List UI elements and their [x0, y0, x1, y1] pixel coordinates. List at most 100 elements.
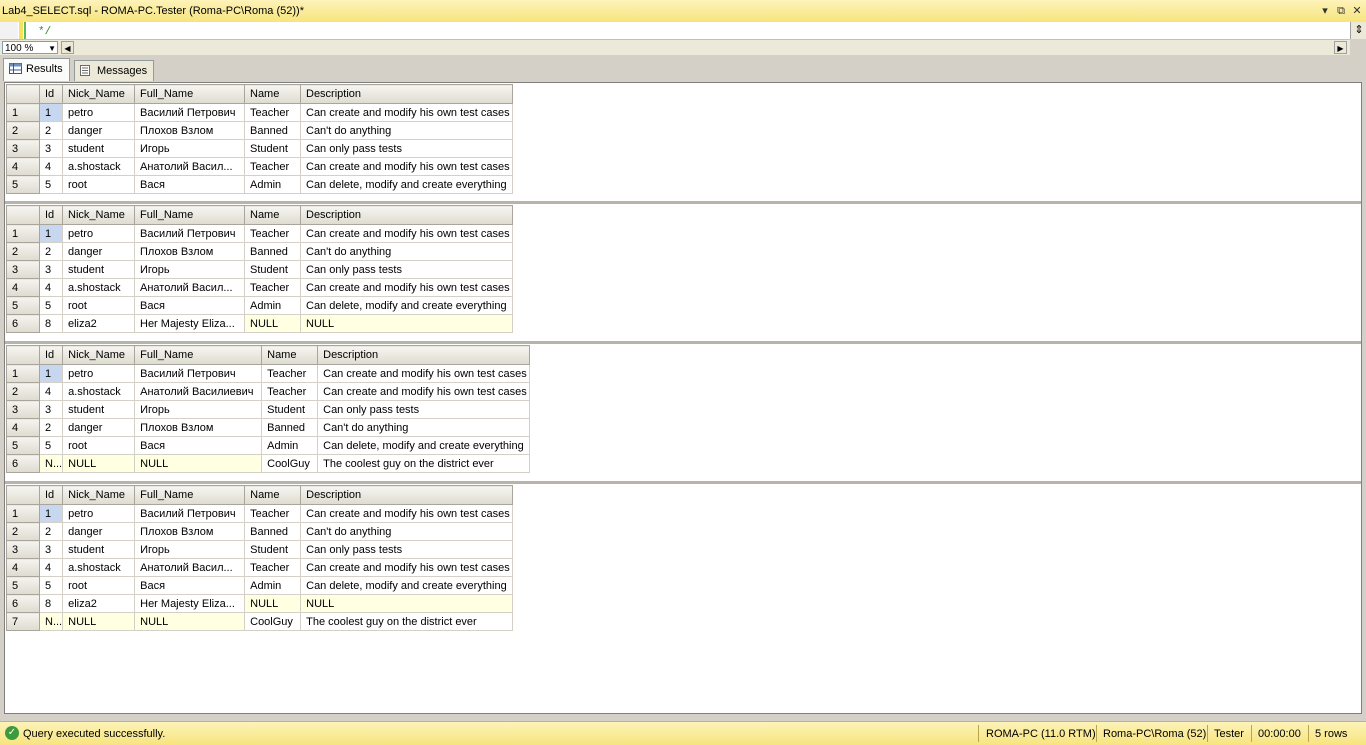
- scroll-left-icon[interactable]: ◀: [61, 41, 74, 54]
- table-row[interactable]: 5 5 root Вася Admin Can delete, modify and cr…: [6, 436, 531, 455]
- column-header[interactable]: Id: [38, 345, 64, 365]
- table-cell[interactable]: Can delete, modify and create everything: [317, 436, 531, 455]
- table-cell[interactable]: Her Majesty Eliza...: [134, 314, 245, 333]
- table-cell[interactable]: Admin: [261, 436, 319, 455]
- row-number[interactable]: 7: [6, 612, 40, 631]
- query-editor[interactable]: */: [0, 22, 1350, 39]
- column-header[interactable]: Nick_Name: [62, 84, 135, 104]
- table-cell[interactable]: a.shostack: [62, 157, 135, 176]
- table-row[interactable]: 6 8 eliza2 Her Majesty Eliza... NULL NULL: [6, 314, 513, 333]
- table-cell[interactable]: Her Majesty Eliza...: [134, 594, 246, 613]
- row-number[interactable]: 4: [6, 157, 40, 176]
- table-cell[interactable]: Can only pass tests: [300, 139, 513, 158]
- table-cell[interactable]: root: [62, 296, 135, 315]
- table-cell[interactable]: Can create and modify his own test cases: [317, 364, 531, 383]
- table-cell[interactable]: Can create and modify his own test cases: [300, 224, 513, 243]
- table-cell[interactable]: The coolest guy on the district ever: [317, 454, 531, 473]
- table-cell[interactable]: Teacher: [244, 558, 302, 577]
- column-header[interactable]: Id: [38, 485, 64, 505]
- row-number[interactable]: 2: [6, 382, 40, 401]
- table-cell[interactable]: eliza2: [62, 314, 135, 333]
- tab-messages[interactable]: Messages: [74, 60, 155, 81]
- splitter-icon[interactable]: ⇕: [1350, 22, 1366, 39]
- table-cell[interactable]: CoolGuy: [261, 454, 319, 473]
- row-number[interactable]: 6: [6, 594, 40, 613]
- table-row[interactable]: 7 N... NULL NULL CoolGuy The coolest guy on t…: [6, 612, 514, 631]
- table-row[interactable]: 3 3 student Игорь Student Can only pass tests: [6, 139, 513, 158]
- table-cell[interactable]: NULL: [134, 454, 263, 473]
- table-cell[interactable]: Can delete, modify and create everything: [300, 296, 513, 315]
- table-cell[interactable]: Student: [244, 260, 301, 279]
- table-cell[interactable]: Student: [261, 400, 319, 419]
- table-cell[interactable]: 1: [38, 504, 64, 523]
- table-row[interactable]: 4 4 a.shostack Анатолий Васил... Teacher Can …: [6, 157, 513, 176]
- table-cell[interactable]: petro: [62, 103, 135, 122]
- table-cell[interactable]: Василий Петрович: [134, 224, 245, 243]
- table-cell[interactable]: a.shostack: [62, 558, 136, 577]
- table-cell[interactable]: 5: [38, 436, 64, 455]
- table-cell[interactable]: a.shostack: [62, 382, 136, 401]
- table-cell[interactable]: Василий Петрович: [134, 103, 245, 122]
- table-cell[interactable]: Василий Петрович: [134, 364, 263, 383]
- row-number[interactable]: 2: [6, 242, 40, 261]
- column-header[interactable]: Full_Name: [134, 345, 263, 365]
- row-number[interactable]: 3: [6, 260, 40, 279]
- row-number[interactable]: 5: [6, 436, 40, 455]
- table-cell[interactable]: 4: [39, 157, 63, 176]
- table-cell[interactable]: Can create and modify his own test cases: [300, 558, 514, 577]
- table-cell[interactable]: Вася: [134, 436, 263, 455]
- table-row[interactable]: 2 2 danger Плохов Взлом Banned Can't do anyth…: [6, 121, 513, 140]
- table-cell[interactable]: Student: [244, 139, 301, 158]
- table-cell[interactable]: Can't do anything: [300, 242, 513, 261]
- table-cell[interactable]: Teacher: [261, 364, 319, 383]
- table-row[interactable]: 6 8 eliza2 Her Majesty Eliza... NULL NULL: [6, 594, 514, 613]
- table-cell[interactable]: Teacher: [244, 224, 301, 243]
- table-cell[interactable]: 5: [39, 175, 63, 194]
- window-menu-icon[interactable]: ▾: [1318, 4, 1332, 18]
- table-cell[interactable]: Анатолий Василиевич: [134, 382, 263, 401]
- table-cell[interactable]: petro: [62, 364, 136, 383]
- column-header[interactable]: Description: [300, 485, 514, 505]
- table-cell[interactable]: Василий Петрович: [134, 504, 246, 523]
- table-cell[interactable]: root: [62, 175, 135, 194]
- table-row[interactable]: 3 3 student Игорь Student Can only pass tests: [6, 260, 513, 279]
- table-row[interactable]: 4 4 a.shostack Анатолий Васил... Teacher Can …: [6, 558, 514, 577]
- table-cell[interactable]: NULL: [244, 594, 302, 613]
- column-header[interactable]: Description: [317, 345, 531, 365]
- select-all-corner[interactable]: [6, 345, 40, 365]
- table-cell[interactable]: Teacher: [244, 157, 301, 176]
- table-cell[interactable]: student: [62, 260, 135, 279]
- table-cell[interactable]: NULL: [134, 612, 246, 631]
- table-cell[interactable]: Плохов Взлом: [134, 242, 245, 261]
- table-cell[interactable]: Плохов Взлом: [134, 418, 263, 437]
- table-cell[interactable]: 8: [38, 594, 64, 613]
- table-row[interactable]: 1 1 petro Василий Петрович Teacher Can create…: [6, 504, 514, 523]
- table-cell[interactable]: NULL: [62, 454, 136, 473]
- row-number[interactable]: 6: [6, 454, 40, 473]
- table-cell[interactable]: Игорь: [134, 260, 245, 279]
- table-cell[interactable]: Teacher: [244, 103, 301, 122]
- table-cell[interactable]: Can delete, modify and create everything: [300, 576, 514, 595]
- column-header[interactable]: Full_Name: [134, 485, 246, 505]
- table-cell[interactable]: a.shostack: [62, 278, 135, 297]
- row-number[interactable]: 1: [6, 364, 40, 383]
- table-cell[interactable]: Игорь: [134, 400, 263, 419]
- table-cell[interactable]: 1: [38, 364, 64, 383]
- row-number[interactable]: 4: [6, 418, 40, 437]
- table-row[interactable]: 4 2 danger Плохов Взлом Banned Can't do anyth…: [6, 418, 531, 437]
- table-cell[interactable]: Banned: [244, 242, 301, 261]
- table-cell[interactable]: 2: [39, 242, 63, 261]
- row-number[interactable]: 5: [6, 296, 40, 315]
- table-cell[interactable]: Admin: [244, 576, 302, 595]
- table-cell[interactable]: Can create and modify his own test cases: [317, 382, 531, 401]
- tab-results[interactable]: Results: [3, 58, 70, 81]
- table-row[interactable]: 2 2 danger Плохов Взлом Banned Can't do anyth…: [6, 242, 513, 261]
- table-cell[interactable]: 1: [39, 103, 63, 122]
- row-number[interactable]: 3: [6, 540, 40, 559]
- close-icon[interactable]: ✕: [1350, 4, 1364, 18]
- table-cell[interactable]: 2: [38, 418, 64, 437]
- select-all-corner[interactable]: [6, 485, 40, 505]
- row-number[interactable]: 1: [6, 504, 40, 523]
- table-cell[interactable]: Вася: [134, 296, 245, 315]
- table-cell[interactable]: 4: [38, 558, 64, 577]
